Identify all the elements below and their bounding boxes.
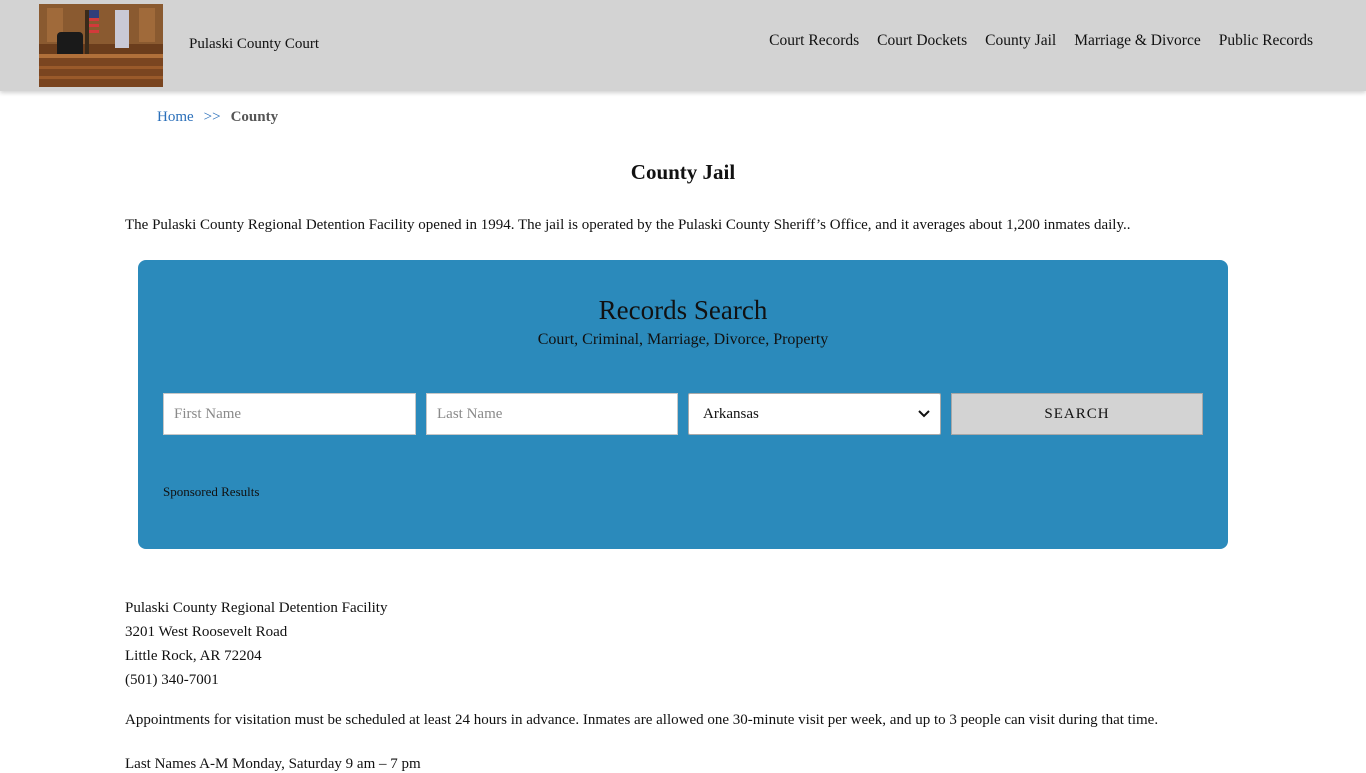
nav-court-dockets[interactable]: Court Dockets — [877, 32, 967, 50]
breadcrumb-current: County — [230, 109, 279, 125]
visitation-hours: Last Names A-M Monday, Saturday 9 am – 7… — [125, 756, 421, 772]
sponsored-results-label: Sponsored Results — [163, 484, 260, 499]
last-name-input[interactable] — [426, 393, 678, 435]
first-name-input[interactable] — [163, 393, 416, 435]
chevron-down-icon — [918, 407, 930, 422]
search-button[interactable]: SEARCH — [951, 393, 1203, 435]
nav-public-records[interactable]: Public Records — [1219, 32, 1313, 50]
site-header: Pulaski County Court Court Records Court… — [0, 0, 1366, 91]
nav-court-records[interactable]: Court Records — [769, 32, 859, 50]
nav-county-jail[interactable]: County Jail — [985, 32, 1056, 50]
visitation-paragraph: Appointments for visitation must be sche… — [125, 712, 1159, 728]
records-search-panel: Records Search Court, Criminal, Marriage… — [138, 260, 1228, 549]
breadcrumb: Home >> County — [157, 109, 278, 126]
state-select[interactable]: Arkansas — [688, 393, 941, 435]
main-nav: Court Records Court Dockets County Jail … — [769, 32, 1313, 50]
breadcrumb-home-link[interactable]: Home — [157, 109, 194, 126]
facility-city: Little Rock, AR 72204 — [125, 648, 262, 664]
facility-street: 3201 West Roosevelt Road — [125, 624, 288, 640]
facility-name: Pulaski County Regional Detention Facili… — [125, 600, 388, 616]
search-title: Records Search — [598, 295, 768, 325]
facility-phone: (501) 340-7001 — [125, 672, 219, 688]
facility-address: Pulaski County Regional Detention Facili… — [125, 596, 387, 692]
courtroom-photo-icon[interactable] — [39, 4, 163, 87]
breadcrumb-separator: >> — [203, 109, 221, 125]
state-select-value: Arkansas — [703, 405, 759, 422]
search-subtitle: Court, Criminal, Marriage, Divorce, Prop… — [537, 331, 829, 348]
intro-paragraph: The Pulaski County Regional Detention Fa… — [125, 217, 1131, 233]
nav-marriage-divorce[interactable]: Marriage & Divorce — [1074, 32, 1201, 50]
page-title: County Jail — [630, 160, 736, 184]
site-title[interactable]: Pulaski County Court — [189, 36, 319, 53]
